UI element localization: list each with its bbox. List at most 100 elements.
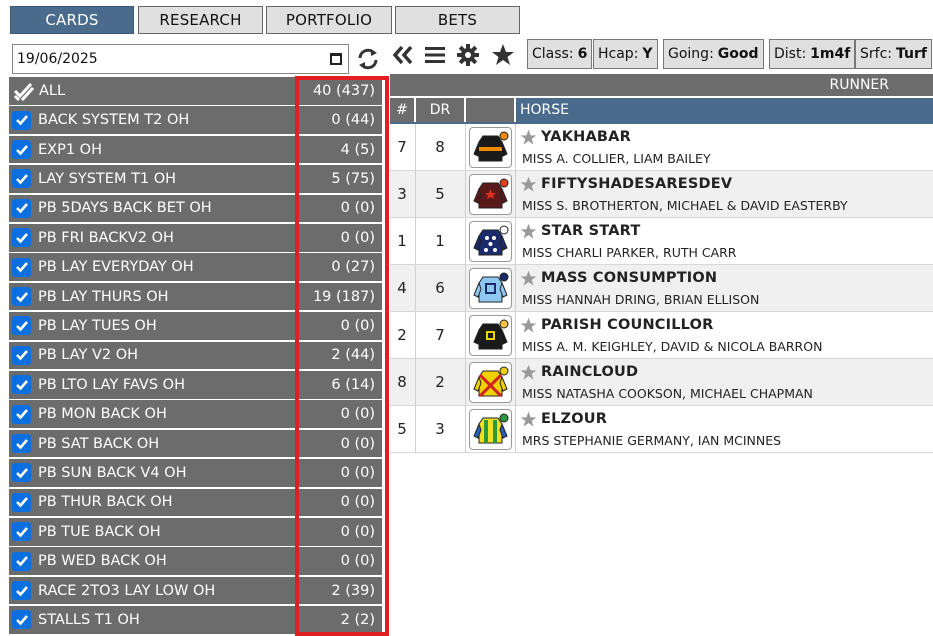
filter-row[interactable]: PB 5DAYS BACK BET OH0 (0) bbox=[9, 195, 382, 223]
checkbox[interactable] bbox=[12, 493, 31, 512]
jockey-trainer: MISS A. COLLIER, LIAM BAILEY bbox=[522, 151, 711, 166]
checkbox[interactable] bbox=[12, 199, 31, 218]
filter-label: PB LAY TUES OH bbox=[38, 318, 341, 334]
checkbox[interactable] bbox=[12, 140, 31, 159]
filter-count: 2 (44) bbox=[331, 347, 375, 363]
checkbox[interactable] bbox=[12, 316, 31, 335]
filter-row[interactable]: STALLS T1 OH2 (2) bbox=[9, 606, 382, 634]
tab-portfolio[interactable]: PORTFOLIO bbox=[266, 6, 392, 34]
runner-row[interactable]: 27PARISH COUNCILLORMISS A. M. KEIGHLEY, … bbox=[390, 312, 933, 359]
filter-row[interactable]: PB MON BACK OH0 (0) bbox=[9, 400, 382, 428]
jockey-silk-icon bbox=[469, 221, 512, 262]
favourite-star-icon[interactable] bbox=[520, 411, 537, 428]
runner-row[interactable]: 82RAINCLOUDMISS NATASHA COOKSON, MICHAEL… bbox=[390, 359, 933, 406]
class-chip: Class:6 bbox=[527, 39, 592, 69]
runner-row[interactable]: 78 YAKHABAR MISS A. COLLIER, LIAM BAILEY bbox=[390, 124, 933, 171]
checkbox[interactable] bbox=[12, 434, 31, 453]
filter-row[interactable]: LAY SYSTEM T1 OH5 (75) bbox=[9, 165, 382, 193]
horse-name[interactable]: PARISH COUNCILLOR bbox=[541, 317, 713, 333]
filter-row-all[interactable]: ALL 40 (437) bbox=[9, 77, 382, 105]
filter-row[interactable]: RACE 2TO3 LAY LOW OH2 (39) bbox=[9, 577, 382, 605]
filter-row[interactable]: BACK SYSTEM T2 OH0 (44) bbox=[9, 106, 382, 134]
horse-name[interactable]: FIFTYSHADESARESDEV bbox=[541, 176, 732, 192]
favourite-star-icon[interactable] bbox=[520, 223, 537, 240]
chip-value: Good bbox=[718, 46, 759, 62]
collapse-icon[interactable] bbox=[391, 43, 415, 67]
filter-label: PB LAY THURS OH bbox=[38, 289, 313, 305]
double-check-icon bbox=[13, 81, 35, 101]
filter-count: 0 (0) bbox=[341, 318, 375, 334]
filter-row[interactable]: PB SUN BACK V4 OH0 (0) bbox=[9, 459, 382, 487]
checkbox[interactable] bbox=[12, 111, 31, 130]
col-header-dr[interactable]: DR bbox=[416, 98, 464, 122]
filter-row[interactable]: PB LAY THURS OH19 (187) bbox=[9, 283, 382, 311]
runner-row[interactable]: 11STAR STARTMISS CHARLI PARKER, RUTH CAR… bbox=[390, 218, 933, 265]
horse-name[interactable]: ELZOUR bbox=[541, 411, 607, 427]
chip-label: Srfc: bbox=[860, 46, 892, 62]
checkbox[interactable] bbox=[12, 581, 31, 600]
checkbox[interactable] bbox=[12, 346, 31, 365]
horse-name[interactable]: YAKHABAR bbox=[541, 129, 631, 145]
filter-row[interactable]: PB THUR BACK OH0 (0) bbox=[9, 489, 382, 517]
date-input[interactable] bbox=[13, 51, 313, 67]
gear-icon[interactable] bbox=[456, 43, 480, 67]
checkbox[interactable] bbox=[12, 169, 31, 188]
filter-count: 2 (39) bbox=[331, 583, 375, 599]
filter-row[interactable]: PB SAT BACK OH0 (0) bbox=[9, 430, 382, 458]
runner-row[interactable]: 53ELZOURMRS STEPHANIE GERMANY, IAN MCINN… bbox=[390, 406, 933, 453]
refresh-icon[interactable] bbox=[356, 47, 380, 71]
filter-row[interactable]: PB LAY V2 OH2 (44) bbox=[9, 342, 382, 370]
filter-label: PB MON BACK OH bbox=[38, 406, 341, 422]
favourite-star-icon[interactable] bbox=[520, 129, 537, 146]
chip-value: Y bbox=[642, 46, 652, 62]
calendar-icon[interactable] bbox=[330, 53, 342, 65]
filter-row[interactable]: PB LAY TUES OH0 (0) bbox=[9, 312, 382, 340]
filter-count: 0 (0) bbox=[341, 553, 375, 569]
checkbox[interactable] bbox=[12, 552, 31, 571]
checkbox[interactable] bbox=[12, 228, 31, 247]
favourite-star-icon[interactable] bbox=[520, 176, 537, 193]
favourite-star-icon[interactable] bbox=[520, 364, 537, 381]
tab-research[interactable]: RESEARCH bbox=[138, 6, 263, 34]
favourite-star-icon[interactable] bbox=[520, 270, 537, 287]
date-field[interactable] bbox=[12, 44, 349, 74]
checkbox[interactable] bbox=[12, 375, 31, 394]
filter-row[interactable]: PB LAY EVERYDAY OH0 (27) bbox=[9, 253, 382, 281]
checkbox[interactable] bbox=[12, 522, 31, 541]
col-header-silk bbox=[466, 98, 514, 122]
chip-label: Going: bbox=[668, 46, 714, 62]
checkbox[interactable] bbox=[12, 610, 31, 629]
runner-draw: 8 bbox=[416, 138, 464, 156]
tab-cards[interactable]: CARDS bbox=[10, 6, 134, 34]
runner-row[interactable]: 46MASS CONSUMPTIONMISS HANNAH DRING, BRI… bbox=[390, 265, 933, 312]
filter-row[interactable]: PB TUE BACK OH0 (0) bbox=[9, 518, 382, 546]
filter-label: BACK SYSTEM T2 OH bbox=[38, 112, 331, 128]
filter-row[interactable]: PB LTO LAY FAVS OH6 (14) bbox=[9, 371, 382, 399]
runner-number: 7 bbox=[390, 138, 414, 156]
col-header-horse[interactable]: HORSE bbox=[516, 98, 933, 122]
filter-row[interactable]: EXP1 OH4 (5) bbox=[9, 136, 382, 164]
filter-row[interactable]: PB FRI BACKV2 OH0 (0) bbox=[9, 224, 382, 252]
filter-count: 5 (75) bbox=[331, 171, 375, 187]
star-icon[interactable] bbox=[490, 43, 516, 67]
horse-name[interactable]: RAINCLOUD bbox=[541, 364, 638, 380]
filter-row[interactable]: PB WED BACK OH0 (0) bbox=[9, 547, 382, 575]
checkbox[interactable] bbox=[12, 463, 31, 482]
tab-bets[interactable]: BETS bbox=[395, 6, 520, 34]
chip-label: Class: bbox=[532, 46, 574, 62]
favourite-star-icon[interactable] bbox=[520, 317, 537, 334]
checkbox[interactable] bbox=[12, 405, 31, 424]
column-divider bbox=[465, 406, 466, 453]
filter-count: 19 (187) bbox=[313, 289, 375, 305]
menu-icon[interactable] bbox=[423, 43, 447, 67]
checkbox[interactable] bbox=[12, 287, 31, 306]
filter-count: 4 (5) bbox=[341, 142, 375, 158]
runner-table-title: RUNNER bbox=[390, 74, 933, 96]
jockey-trainer: MISS S. BROTHERTON, MICHAEL & DAVID EAST… bbox=[522, 198, 848, 213]
horse-name[interactable]: STAR START bbox=[541, 223, 640, 239]
col-header-num[interactable]: # bbox=[390, 98, 414, 122]
jockey-silk-icon bbox=[469, 174, 512, 215]
runner-row[interactable]: 35FIFTYSHADESARESDEVMISS S. BROTHERTON, … bbox=[390, 171, 933, 218]
checkbox[interactable] bbox=[12, 258, 31, 277]
horse-name[interactable]: MASS CONSUMPTION bbox=[541, 270, 717, 286]
